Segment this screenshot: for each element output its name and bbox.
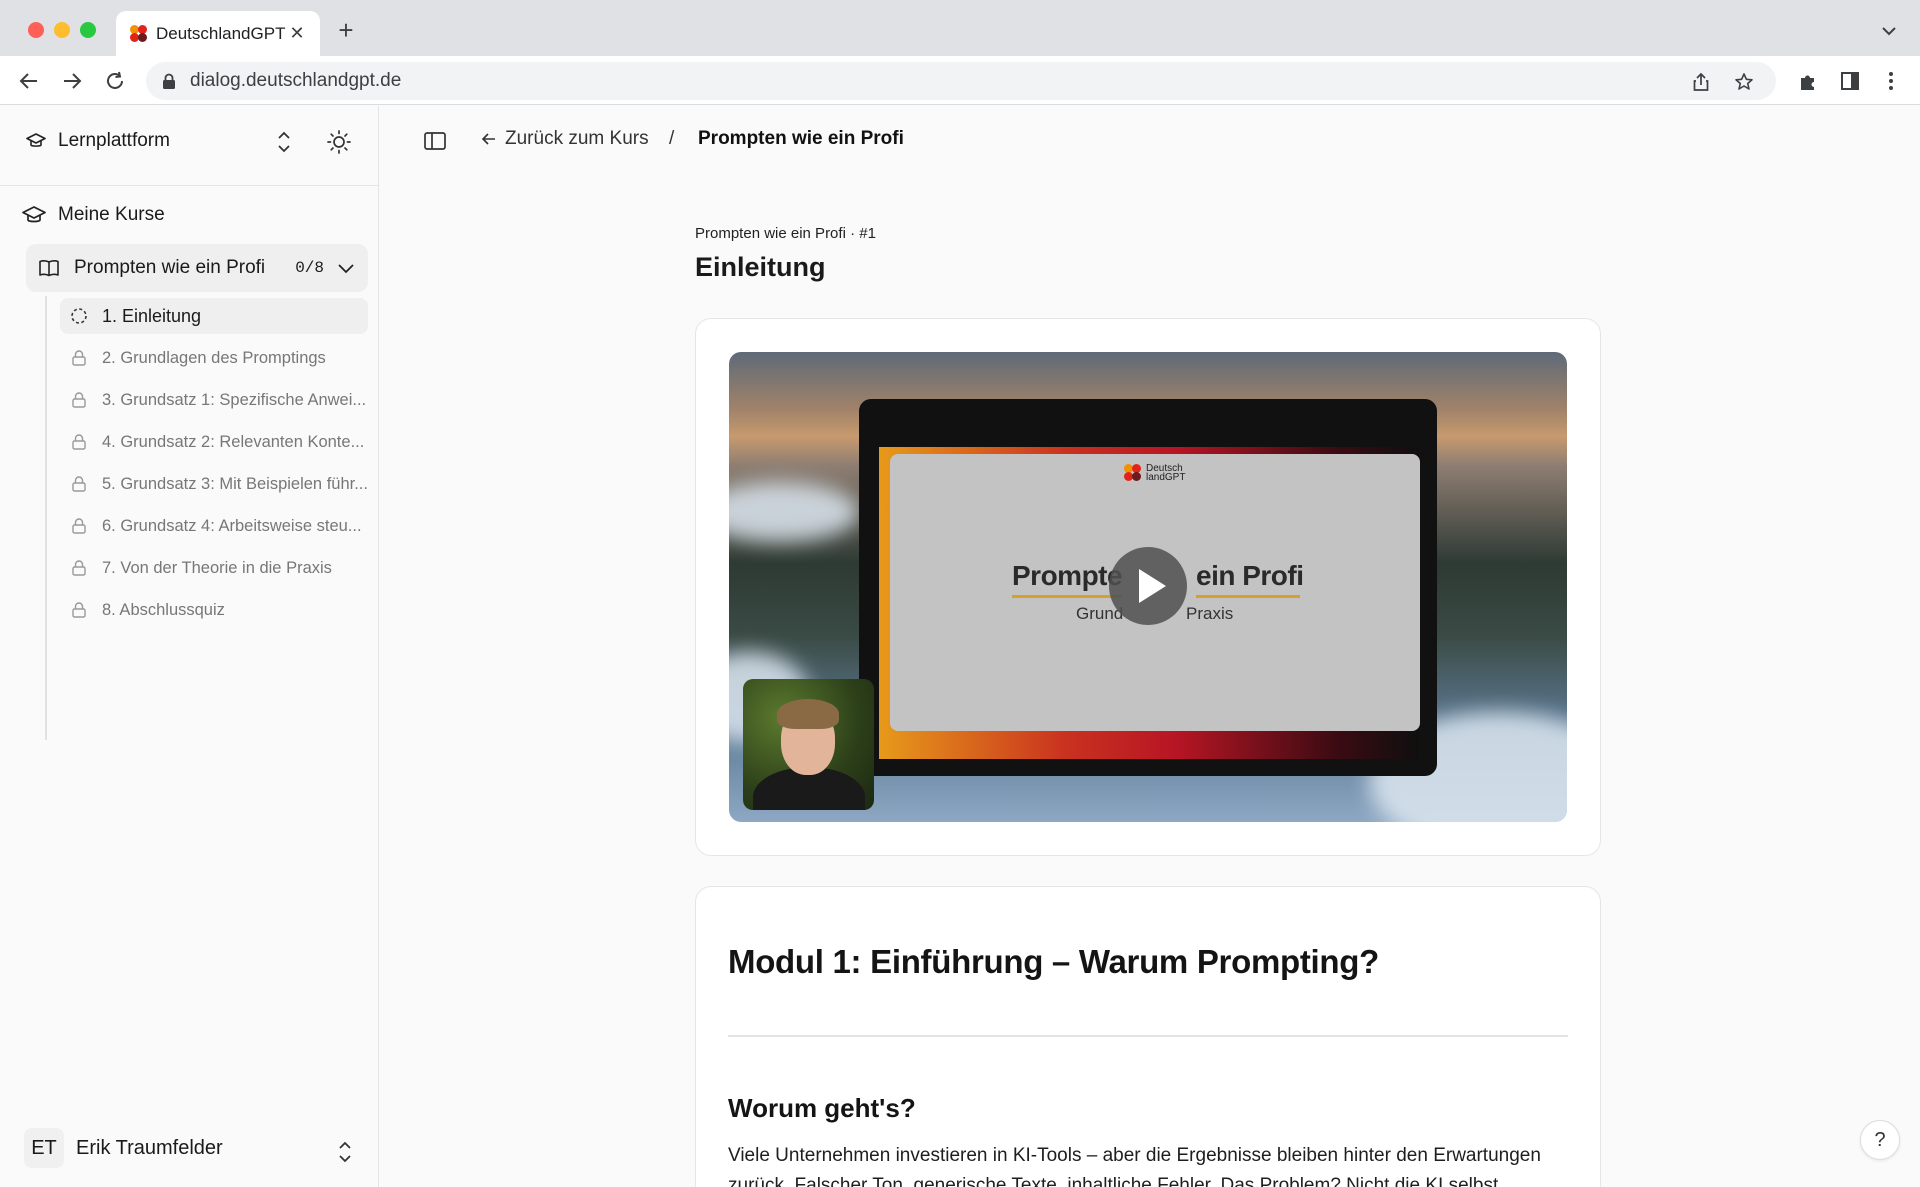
- progress-circle-icon: [71, 308, 87, 324]
- course-title: Prompten wie ein Profi: [74, 257, 266, 278]
- presenter-webcam-overlay: [743, 679, 874, 810]
- back-to-course-label: Zurück zum Kurs: [505, 128, 649, 149]
- side-panel-icon[interactable]: [1839, 70, 1861, 92]
- presenter-hair: [777, 699, 839, 729]
- tab-title: DeutschlandGPT: [156, 23, 286, 43]
- extensions-icon[interactable]: [1797, 70, 1819, 92]
- sun-theme-toggle-icon[interactable]: [326, 129, 352, 155]
- deutschlandgpt-logo-icon: [130, 24, 148, 43]
- graduation-cap-icon: [26, 133, 46, 147]
- back-to-course-link[interactable]: Zurück zum Kurs: [481, 128, 649, 150]
- lock-icon: [72, 476, 86, 492]
- lock-icon: [72, 560, 86, 576]
- share-icon[interactable]: [1690, 71, 1712, 93]
- lock-icon: [72, 350, 86, 366]
- lesson-item[interactable]: 4. Grundsatz 2: Relevanten Konte...: [60, 424, 368, 460]
- lesson-label: 8. Abschlussquiz: [102, 600, 225, 619]
- back-icon[interactable]: [16, 68, 42, 94]
- lesson-label: 3. Grundsatz 1: Spezifische Anwei...: [102, 390, 367, 409]
- user-name: Erik Traumfelder: [76, 1136, 223, 1159]
- kebab-menu-icon[interactable]: [1880, 70, 1902, 92]
- lesson-item[interactable]: 8. Abschlussquiz: [60, 592, 368, 628]
- lesson-item[interactable]: 5. Grundsatz 3: Mit Beispielen führ...: [60, 466, 368, 502]
- lesson-supertitle: Prompten wie ein Profi · #1: [695, 225, 876, 242]
- page-title: Einleitung: [695, 252, 826, 282]
- play-button[interactable]: [1109, 547, 1187, 625]
- window-zoom-button[interactable]: [80, 22, 96, 38]
- slide-subtitle-right: Praxis: [1186, 604, 1234, 623]
- lesson-item[interactable]: 1. Einleitung: [60, 298, 368, 334]
- platform-label: Lernplattform: [58, 130, 170, 151]
- course-progress-count: 0/8: [295, 259, 324, 277]
- lesson-label: 6. Grundsatz 4: Arbeitsweise steu...: [102, 516, 362, 535]
- lock-icon: [163, 73, 175, 89]
- help-button[interactable]: ?: [1860, 1120, 1900, 1160]
- lesson-item[interactable]: 3. Grundsatz 1: Spezifische Anwei...: [60, 382, 368, 418]
- lesson-item[interactable]: 7. Von der Theorie in die Praxis: [60, 550, 368, 586]
- my-courses-label: Meine Kurse: [58, 204, 165, 225]
- slide-logo-text: Deutsch landGPT: [1146, 464, 1186, 483]
- browser-tab-active[interactable]: DeutschlandGPT ✕: [116, 11, 320, 56]
- lesson-item[interactable]: 2. Grundlagen des Promptings: [60, 340, 368, 376]
- slide-title-underline: [1196, 595, 1300, 598]
- bookmark-star-icon[interactable]: [1733, 71, 1755, 93]
- user-menu[interactable]: ET Erik Traumfelder: [24, 1128, 223, 1168]
- toggle-sidebar-icon[interactable]: [423, 130, 447, 152]
- sidebar-header: Lernplattform: [0, 106, 378, 186]
- my-courses-heading[interactable]: Meine Kurse: [22, 204, 165, 226]
- window-close-button[interactable]: [28, 22, 44, 38]
- slide-title-right: ein Profi: [1196, 560, 1304, 591]
- slide-logo: Deutsch landGPT: [1124, 464, 1186, 483]
- slide-title-left: Prompte: [1012, 560, 1123, 591]
- lesson-label: 1. Einleitung: [102, 305, 202, 326]
- window-minimize-button[interactable]: [54, 22, 70, 38]
- graduation-cap-icon: [22, 206, 46, 223]
- tab-search-chevron-icon[interactable]: [1880, 22, 1898, 40]
- slide-title-underline: [1012, 595, 1122, 598]
- breadcrumb-separator: /: [669, 128, 675, 149]
- platform-switcher[interactable]: Lernplattform: [26, 130, 170, 152]
- lock-icon: [72, 392, 86, 408]
- section-heading: Worum geht's?: [728, 1093, 916, 1123]
- lesson-text-card: Modul 1: Einführung – Warum Prompting? W…: [695, 886, 1601, 1187]
- lesson-paragraph: Viele Unternehmen investieren in KI-Tool…: [728, 1145, 1541, 1187]
- lesson-label: 7. Von der Theorie in die Praxis: [102, 558, 332, 577]
- url-text: dialog.deutschlandgpt.de: [190, 70, 402, 91]
- course-item-prompten[interactable]: Prompten wie ein Profi 0/8: [26, 244, 368, 292]
- lesson-label: 4. Grundsatz 2: Relevanten Konte...: [102, 432, 365, 451]
- chevron-down-icon[interactable]: [336, 258, 356, 278]
- forward-icon[interactable]: [59, 68, 85, 94]
- browser-tabstrip: DeutschlandGPT ✕ +: [0, 0, 1920, 56]
- lesson-item[interactable]: 6. Grundsatz 4: Arbeitsweise steu...: [60, 508, 368, 544]
- open-book-icon: [39, 260, 59, 277]
- lock-icon: [72, 434, 86, 450]
- play-icon: [1139, 569, 1166, 603]
- lock-icon: [72, 602, 86, 618]
- deutschlandgpt-logo-icon: [1124, 464, 1142, 482]
- lesson-label: 5. Grundsatz 3: Mit Beispielen führ...: [102, 474, 368, 493]
- video-player[interactable]: Deutsch landGPT Prompte ein Profi Grund …: [729, 352, 1567, 822]
- tab-close-icon[interactable]: ✕: [288, 23, 306, 44]
- divider: [728, 1035, 1568, 1037]
- avatar: ET: [24, 1128, 64, 1168]
- lesson-tree-rail: [45, 296, 47, 740]
- chevron-up-down-icon[interactable]: [274, 128, 294, 156]
- address-bar[interactable]: dialog.deutschlandgpt.de: [146, 62, 1776, 100]
- new-tab-button[interactable]: +: [332, 16, 360, 44]
- arrow-left-icon: [481, 133, 495, 145]
- sidebar: Lernplattform Meine Kurse Prompten wie e…: [0, 106, 379, 1187]
- breadcrumb-current: Prompten wie ein Profi: [698, 128, 904, 149]
- chevron-up-down-icon[interactable]: [335, 1138, 355, 1166]
- slide-logo-line2: landGPT: [1146, 472, 1186, 483]
- lesson-label: 2. Grundlagen des Promptings: [102, 348, 326, 367]
- lock-icon: [72, 518, 86, 534]
- video-card: Deutsch landGPT Prompte ein Profi Grund …: [695, 318, 1601, 856]
- browser-toolbar: dialog.deutschlandgpt.de: [0, 56, 1920, 105]
- video-fog-shape: [729, 482, 859, 542]
- module-heading: Modul 1: Einführung – Warum Prompting?: [728, 943, 1379, 980]
- reload-icon[interactable]: [102, 68, 128, 94]
